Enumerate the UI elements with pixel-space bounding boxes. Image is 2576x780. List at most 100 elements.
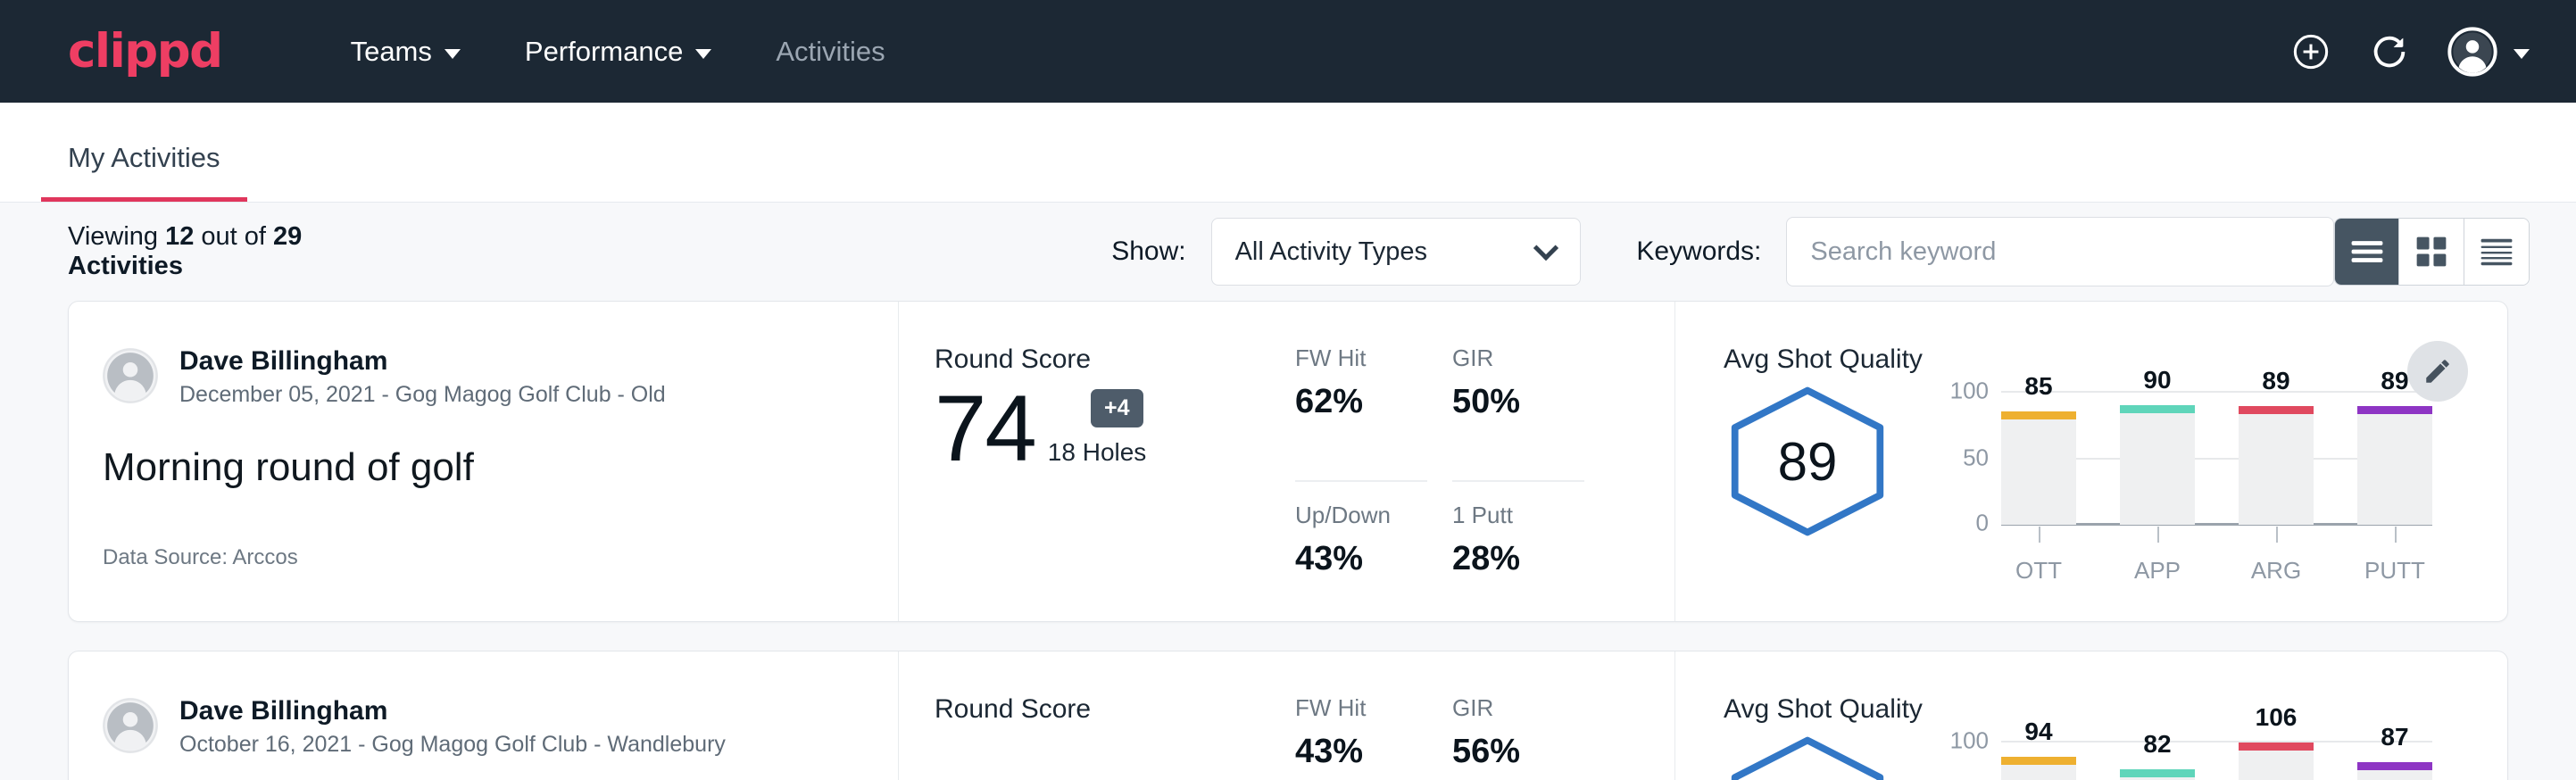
- account-icon: [2447, 27, 2497, 77]
- tab-my-activities[interactable]: My Activities: [41, 142, 247, 202]
- round-score-block: Round Score: [935, 694, 1283, 780]
- nav-label-performance: Performance: [525, 36, 683, 68]
- top-navigation-bar: clippd Teams Performance Activities: [0, 0, 2576, 103]
- nav-item-activities[interactable]: Activities: [744, 27, 917, 77]
- compact-view-icon: [2480, 237, 2514, 266]
- x-tick-ott: OTT: [2001, 527, 2076, 585]
- y-tick-100: 100: [1950, 378, 1989, 405]
- bar-value: 94: [2001, 718, 2076, 746]
- score-to-par-badge: +4: [1091, 389, 1143, 427]
- avatar: [103, 348, 158, 403]
- card-quality-column: Avg Shot Quality 100 50: [1675, 651, 2507, 780]
- stat-value: 50%: [1452, 383, 1584, 421]
- stat-value: 43%: [1295, 540, 1427, 578]
- nav-item-teams[interactable]: Teams: [319, 27, 493, 77]
- avatar-menu[interactable]: [2447, 27, 2530, 77]
- bar-app: 82: [2120, 741, 2195, 780]
- chevron-down-icon: [2514, 49, 2530, 59]
- bar-series: 94 82: [2001, 741, 2432, 780]
- bar-value: 90: [2120, 366, 2195, 394]
- bar-cap: [2120, 769, 2195, 777]
- viewing-count: 12: [165, 222, 194, 251]
- stat-fw-hit: FW Hit 62%: [1295, 344, 1427, 482]
- nav-item-performance[interactable]: Performance: [493, 27, 744, 77]
- shot-quality-bar-chart: 100 50 0 94: [1946, 741, 2432, 780]
- stat-label: Up/Down: [1295, 502, 1427, 529]
- activity-type-value: All Activity Types: [1235, 237, 1427, 267]
- add-icon[interactable]: [2290, 31, 2331, 72]
- activity-card[interactable]: Dave Billingham December 05, 2021 - Gog …: [68, 301, 2508, 622]
- round-score-block: Round Score 74 +4 18 Holes: [935, 344, 1283, 621]
- edit-activity-button[interactable]: [2407, 341, 2468, 402]
- data-source-label: Data Source: Arccos: [103, 545, 898, 570]
- bar-cap: [2001, 757, 2076, 765]
- chevron-down-icon: [695, 49, 711, 59]
- hexagon-score: 89: [1724, 386, 1915, 542]
- stats-grid: FW Hit 43% GIR 56%: [1295, 694, 1584, 780]
- bar-ott: 94: [2001, 741, 2076, 780]
- bar-ott: 85: [2001, 391, 2076, 525]
- chart-plot-area: 100 50 0 85: [2001, 391, 2432, 525]
- view-compact-button[interactable]: [2464, 219, 2529, 285]
- owner-name: Dave Billingham: [179, 344, 666, 378]
- activity-owner: Dave Billingham December 05, 2021 - Gog …: [103, 344, 898, 408]
- owner-text: Dave Billingham December 05, 2021 - Gog …: [179, 344, 666, 408]
- search-input[interactable]: [1810, 237, 2310, 267]
- viewing-summary: Viewing 12 out of 29 Activities: [68, 222, 389, 281]
- bar-putt: 89: [2357, 391, 2432, 525]
- round-score-label: Round Score: [935, 344, 1283, 375]
- stat-value: 56%: [1452, 733, 1584, 771]
- nav-label-teams: Teams: [351, 36, 432, 68]
- stat-label: GIR: [1452, 694, 1584, 722]
- search-field-wrapper[interactable]: [1786, 217, 2334, 286]
- activity-meta: December 05, 2021 - Gog Magog Golf Club …: [179, 382, 666, 408]
- y-tick-0: 0: [1976, 510, 1989, 537]
- bar-app: 90: [2120, 391, 2195, 525]
- bar-series: 85 90: [2001, 391, 2432, 525]
- bar-cap: [2120, 405, 2195, 413]
- bar-arg: 89: [2239, 391, 2314, 525]
- card-info-column: Dave Billingham October 16, 2021 - Gog M…: [69, 651, 899, 780]
- x-tick-app: APP: [2120, 527, 2195, 585]
- bar-value: 87: [2357, 723, 2432, 751]
- chevron-down-icon: [445, 49, 461, 59]
- stat-gir: GIR 50%: [1452, 344, 1584, 482]
- view-list-button[interactable]: [2335, 219, 2399, 285]
- account-icon: [103, 698, 158, 753]
- nav-actions: [2290, 27, 2530, 77]
- avg-shot-quality-row: 100 50 0 94: [1724, 728, 2507, 780]
- round-score-value: 74: [935, 382, 1035, 476]
- activity-card[interactable]: Dave Billingham October 16, 2021 - Gog M…: [68, 651, 2508, 780]
- stat-label: GIR: [1452, 344, 1584, 372]
- shot-quality-bar-chart: 100 50 0 85: [1946, 391, 2432, 569]
- keywords-label: Keywords:: [1636, 236, 1761, 267]
- viewing-prefix: Viewing: [68, 222, 165, 251]
- activity-type-select[interactable]: All Activity Types: [1211, 218, 1582, 286]
- chart-plot-area: 100 50 0 94: [2001, 741, 2432, 780]
- sub-tab-bar: My Activities: [0, 103, 2576, 203]
- bar-value: 85: [2001, 372, 2076, 401]
- viewing-total: 29: [273, 222, 302, 251]
- bar-value: 106: [2239, 703, 2314, 732]
- chevron-down-icon: [1533, 236, 1558, 261]
- refresh-icon[interactable]: [2369, 31, 2410, 72]
- y-tick-50: 50: [1963, 444, 1989, 472]
- avatar: [103, 698, 158, 753]
- viewing-mid: out of: [194, 222, 273, 251]
- avg-shot-quality-value: [1724, 735, 1891, 780]
- hexagon-score: [1724, 735, 1915, 780]
- pencil-icon: [2422, 356, 2453, 386]
- view-grid-button[interactable]: [2399, 219, 2464, 285]
- stat-value: 62%: [1295, 383, 1427, 421]
- stat-label: 1 Putt: [1452, 502, 1584, 529]
- owner-text: Dave Billingham October 16, 2021 - Gog M…: [179, 694, 726, 758]
- tab-label: My Activities: [68, 142, 220, 173]
- activity-card-list: Dave Billingham December 05, 2021 - Gog …: [0, 301, 2576, 780]
- chart-x-axis: OTT APP ARG PUTT: [2001, 527, 2432, 585]
- owner-name: Dave Billingham: [179, 694, 726, 728]
- holes-label: 18 Holes: [1048, 438, 1147, 476]
- card-score-column: Round Score FW Hit 43% GIR 56%: [899, 651, 1675, 780]
- brand-logo[interactable]: clippd: [68, 24, 222, 79]
- view-mode-toggle-group: [2334, 218, 2530, 286]
- avg-shot-quality-label: Avg Shot Quality: [1724, 694, 2507, 725]
